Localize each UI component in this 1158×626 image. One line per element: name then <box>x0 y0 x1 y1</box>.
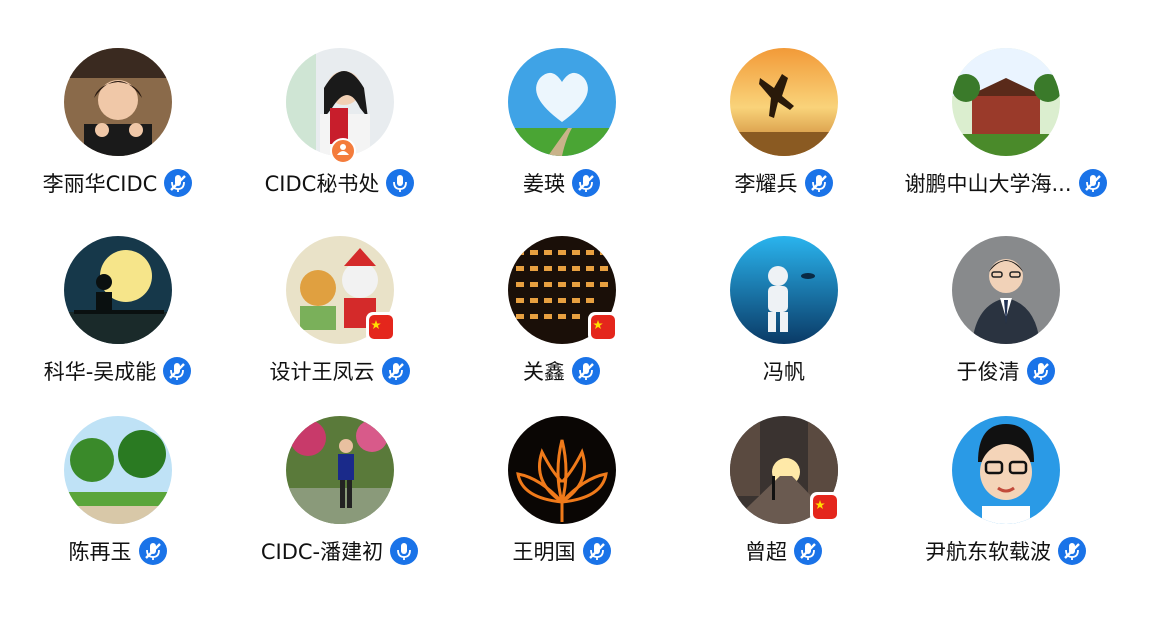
country-flag-icon <box>810 492 840 522</box>
participant-tile[interactable]: 冯帆 <box>674 236 894 388</box>
participant-tile[interactable]: 李丽华CIDC <box>8 48 228 200</box>
participant-name: 尹航东软载波 <box>925 540 1051 564</box>
participant-name: 谢鹏中山大学海... <box>904 172 1072 196</box>
participant-tile[interactable]: 王明国 <box>452 416 672 568</box>
mic-active-icon[interactable] <box>389 536 419 566</box>
participant-grid: 李丽华CIDC CIDC秘书处 姜瑛 李耀兵 谢鹏中山大学海... 科华-吴成能… <box>0 0 1158 626</box>
participant-name: 设计王凤云 <box>269 360 375 384</box>
mic-muted-icon[interactable] <box>1026 356 1056 386</box>
avatar[interactable] <box>64 48 172 156</box>
participant-name: 李丽华CIDC <box>42 172 158 196</box>
participant-tile[interactable]: 于俊清 <box>896 236 1116 388</box>
mic-muted-icon[interactable] <box>381 356 411 386</box>
avatar[interactable] <box>508 48 616 156</box>
participant-tile[interactable]: 谢鹏中山大学海... <box>896 48 1116 200</box>
participant-name: 王明国 <box>512 540 576 564</box>
participant-name: CIDC秘书处 <box>264 172 380 196</box>
mic-muted-icon[interactable] <box>571 168 601 198</box>
participant-name: 李耀兵 <box>734 172 798 196</box>
avatar[interactable] <box>952 416 1060 524</box>
participant-name: 于俊清 <box>956 360 1020 384</box>
participant-tile[interactable]: CIDC秘书处 <box>230 48 450 200</box>
avatar[interactable] <box>730 236 838 344</box>
participant-tile[interactable]: 陈再玉 <box>8 416 228 568</box>
avatar[interactable] <box>64 416 172 524</box>
country-flag-icon <box>366 312 396 342</box>
participant-name: 曾超 <box>745 540 787 564</box>
avatar[interactable] <box>952 236 1060 344</box>
mic-muted-icon[interactable] <box>804 168 834 198</box>
participant-tile[interactable]: 曾超 <box>674 416 894 568</box>
avatar[interactable] <box>64 236 172 344</box>
avatar[interactable] <box>952 48 1060 156</box>
participant-tile[interactable]: 李耀兵 <box>674 48 894 200</box>
mic-muted-icon[interactable] <box>571 356 601 386</box>
mic-muted-icon[interactable] <box>582 536 612 566</box>
participant-tile[interactable]: 科华-吴成能 <box>8 236 228 388</box>
participant-tile[interactable]: 尹航东软载波 <box>896 416 1116 568</box>
participant-tile[interactable]: 设计王凤云 <box>230 236 450 388</box>
host-badge-icon <box>330 138 356 164</box>
participant-tile[interactable]: CIDC-潘建初 <box>230 416 450 568</box>
mic-muted-icon[interactable] <box>138 536 168 566</box>
mic-muted-icon[interactable] <box>162 356 192 386</box>
participant-name: 冯帆 <box>763 360 805 384</box>
participant-name: 关鑫 <box>523 360 565 384</box>
country-flag-icon <box>588 312 618 342</box>
participant-tile[interactable]: 关鑫 <box>452 236 672 388</box>
mic-muted-icon[interactable] <box>1078 168 1108 198</box>
mic-muted-icon[interactable] <box>793 536 823 566</box>
mic-active-icon[interactable] <box>385 168 415 198</box>
participant-name: 姜瑛 <box>523 172 565 196</box>
participant-name: 陈再玉 <box>68 540 132 564</box>
avatar[interactable] <box>286 416 394 524</box>
participant-tile[interactable]: 姜瑛 <box>452 48 672 200</box>
avatar[interactable] <box>508 416 616 524</box>
mic-muted-icon[interactable] <box>1057 536 1087 566</box>
participant-name: 科华-吴成能 <box>43 360 157 384</box>
mic-muted-icon[interactable] <box>163 168 193 198</box>
participant-name: CIDC-潘建初 <box>260 540 384 564</box>
avatar[interactable] <box>730 48 838 156</box>
